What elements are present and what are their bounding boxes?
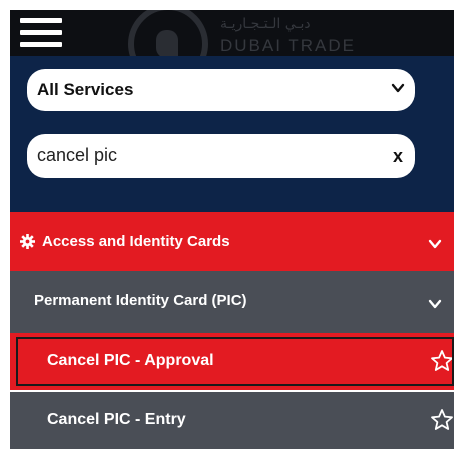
gear-icon [20, 234, 35, 249]
chevron-down-icon [428, 299, 442, 309]
service-select-value: All Services [37, 80, 134, 99]
service-item-cancel-pic-approval[interactable]: Cancel PIC - Approval [10, 333, 454, 390]
subcategory-label: Permanent Identity Card (PIC) [34, 292, 247, 309]
service-select[interactable]: All Services [27, 69, 415, 111]
star-outline-icon[interactable] [430, 349, 454, 373]
chevron-down-icon [428, 239, 442, 249]
search-input-value: cancel pic [37, 145, 118, 165]
logo-arabic-text: دبـي الـتـجـاريـة [220, 16, 311, 32]
top-bar: دبـي الـتـجـاريـة DUBAI TRADE [10, 10, 454, 56]
app-frame: دبـي الـتـجـاريـة DUBAI TRADE All Servic… [10, 10, 454, 449]
category-access-identity-cards[interactable]: Access and Identity Cards [10, 212, 454, 271]
dubai-trade-logo-emblem [128, 10, 208, 56]
clear-search-button[interactable]: x [393, 146, 403, 167]
hamburger-menu-icon[interactable] [20, 18, 64, 50]
subcategory-permanent-identity-card[interactable]: Permanent Identity Card (PIC) [10, 271, 454, 333]
chevron-down-icon [391, 83, 405, 93]
service-item-label: Cancel PIC - Approval [47, 352, 214, 369]
logo-latin-text: DUBAI TRADE [220, 36, 356, 55]
search-input[interactable]: cancel pic x [27, 134, 415, 178]
star-outline-icon[interactable] [430, 408, 454, 432]
search-panel: All Services cancel pic x [10, 56, 454, 212]
category-label: Access and Identity Cards [42, 233, 230, 250]
service-item-cancel-pic-entry[interactable]: Cancel PIC - Entry [10, 392, 454, 449]
service-item-label: Cancel PIC - Entry [47, 411, 186, 428]
